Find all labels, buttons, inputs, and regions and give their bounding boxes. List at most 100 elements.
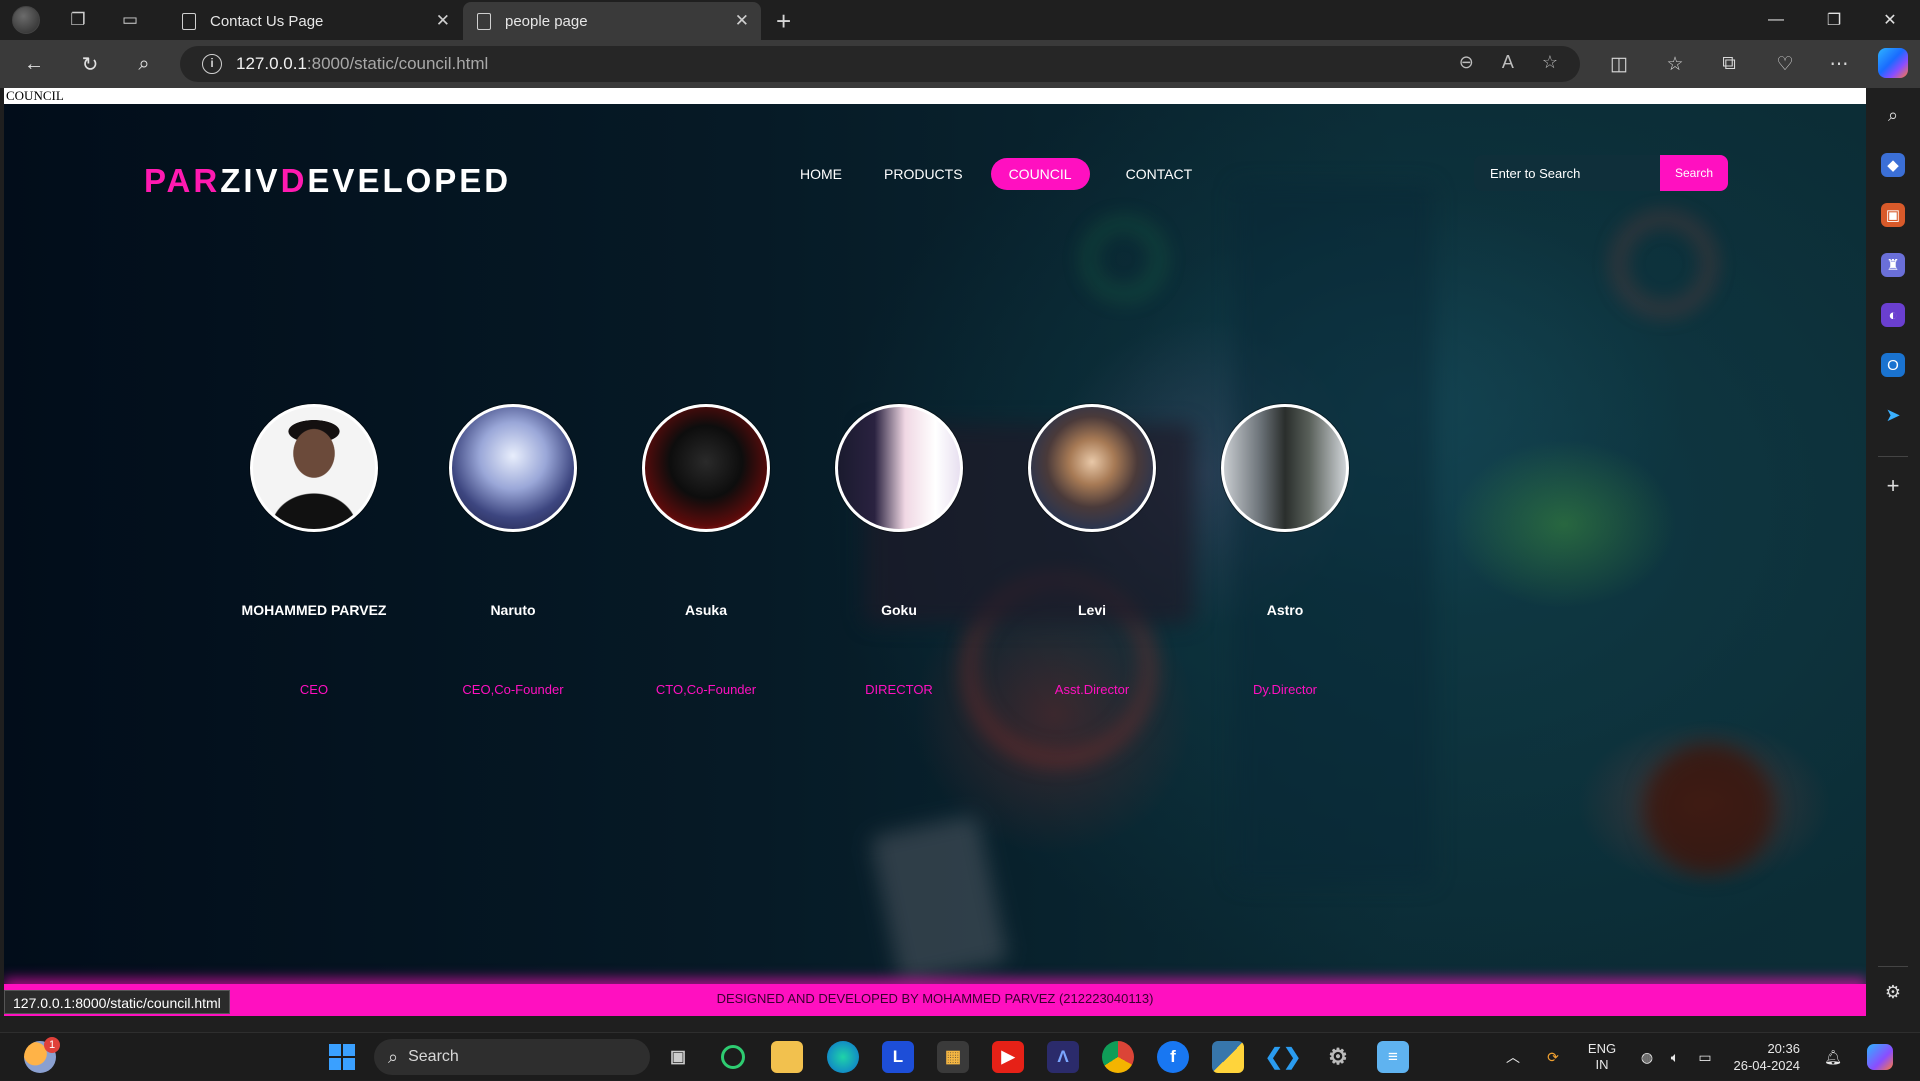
network-icon[interactable]: ◍ xyxy=(1636,1033,1658,1081)
address-bar[interactable]: i 127.0.0.1:8000/static/council.html ⊖ A… xyxy=(180,46,1580,82)
tools-icon[interactable]: ▣ xyxy=(1881,203,1905,227)
language-indicator[interactable]: ENG IN xyxy=(1580,1033,1624,1081)
zoom-icon[interactable]: ⊖ xyxy=(1459,52,1474,73)
sync-icon[interactable]: ⟳ xyxy=(1540,1033,1566,1081)
member-role: CTO,Co-Founder xyxy=(655,682,757,697)
member-card: Levi Asst.Director xyxy=(1002,404,1182,697)
search-input[interactable] xyxy=(1474,155,1660,191)
tab-label: Contact Us Page xyxy=(210,12,324,30)
send-icon[interactable]: ➤ xyxy=(1881,403,1905,427)
more-menu-icon[interactable]: ⋯ xyxy=(1816,40,1862,88)
minimize-button[interactable]: — xyxy=(1748,0,1804,40)
taskbar-search[interactable]: ⌕ Search xyxy=(374,1039,650,1075)
avatar xyxy=(449,404,577,532)
sidebar-divider xyxy=(1878,456,1908,457)
main-nav: HOME PRODUCTS COUNCIL CONTACT xyxy=(782,158,1210,190)
member-card: Asuka CTO,Co-Founder xyxy=(616,404,796,697)
edge-browser-icon[interactable] xyxy=(827,1041,859,1073)
battery-icon[interactable]: ▭ xyxy=(1694,1033,1716,1081)
store-icon[interactable]: ▦ xyxy=(937,1041,969,1073)
file-explorer-icon[interactable] xyxy=(771,1041,803,1073)
page-viewport: COUNCIL PARZIVDEVELOPED HOME PRODUCTS CO… xyxy=(4,88,1866,1016)
workspaces-icon[interactable]: ❐ xyxy=(58,0,98,40)
background-decoration xyxy=(1084,219,1164,299)
health-icon[interactable]: ♡ xyxy=(1762,40,1808,88)
site-info-icon[interactable]: i xyxy=(202,54,222,74)
new-tab-button[interactable]: + xyxy=(776,6,791,37)
games-icon[interactable]: ♜ xyxy=(1881,253,1905,277)
background-decoration xyxy=(1644,744,1774,874)
shopping-tag-icon[interactable]: ◆ xyxy=(1881,153,1905,177)
a-app-icon[interactable]: Λ xyxy=(1047,1041,1079,1073)
split-screen-icon[interactable]: ◫ xyxy=(1596,40,1642,88)
close-tab-icon[interactable]: ✕ xyxy=(735,11,749,31)
volume-icon[interactable]: 🔈︎ xyxy=(1664,1033,1686,1081)
settings-gear-icon[interactable]: ⚙ xyxy=(1881,980,1905,1004)
add-icon[interactable]: + xyxy=(1881,473,1905,498)
close-window-button[interactable]: ✕ xyxy=(1862,0,1918,40)
member-card: Naruto CEO,Co-Founder xyxy=(423,404,603,697)
browser-titlebar: ❐ ▭ Contact Us Page ✕ people page ✕ + — … xyxy=(0,0,1920,40)
notification-bell-icon[interactable]: 🔔︎ xyxy=(1820,1033,1846,1081)
nav-contact[interactable]: CONTACT xyxy=(1108,158,1211,190)
office-icon[interactable]: ◐ xyxy=(1881,303,1905,327)
member-card: Goku DIRECTOR xyxy=(809,404,989,697)
youtube-icon[interactable]: ▶ xyxy=(992,1041,1024,1073)
avatar xyxy=(1221,404,1349,532)
favorite-star-icon[interactable]: ☆ xyxy=(1542,52,1558,73)
search-icon: ⌕ xyxy=(388,1046,399,1067)
search-icon[interactable]: ⌕ xyxy=(1881,103,1905,127)
search-icon[interactable]: ⌕ xyxy=(124,40,164,88)
nav-products[interactable]: PRODUCTS xyxy=(866,158,981,190)
restore-button[interactable]: ❐ xyxy=(1806,0,1862,40)
nav-council[interactable]: COUNCIL xyxy=(990,158,1090,190)
profile-avatar[interactable] xyxy=(12,6,40,34)
python-icon[interactable] xyxy=(1212,1041,1244,1073)
vscode-icon[interactable]: ❮❯ xyxy=(1265,1041,1302,1073)
tab-people-page[interactable]: people page ✕ xyxy=(463,2,761,40)
member-card: MOHAMMED PARVEZ CEO xyxy=(224,404,404,697)
site-logo[interactable]: PARZIVDEVELOPED xyxy=(144,162,511,200)
language-label: ENG xyxy=(1587,1041,1617,1056)
member-role: Asst.Director xyxy=(1054,682,1130,697)
notepad-icon[interactable]: ≡ xyxy=(1377,1041,1409,1073)
vertical-tabs-icon[interactable]: ▭ xyxy=(110,0,150,40)
avatar xyxy=(1028,404,1156,532)
member-role: CEO xyxy=(299,682,329,697)
close-tab-icon[interactable]: ✕ xyxy=(436,11,450,31)
chrome-icon[interactable] xyxy=(1102,1041,1134,1073)
copilot-icon[interactable] xyxy=(1878,48,1908,78)
tab-contact-us[interactable]: Contact Us Page ✕ xyxy=(168,2,462,40)
start-windows-icon[interactable] xyxy=(326,1041,358,1073)
nav-home[interactable]: HOME xyxy=(782,158,860,190)
outlook-icon[interactable]: O xyxy=(1881,353,1905,377)
l-app-icon[interactable]: L xyxy=(882,1041,914,1073)
hero-section: PARZIVDEVELOPED HOME PRODUCTS COUNCIL CO… xyxy=(4,104,1866,1004)
settings-gear-icon[interactable]: ⚙ xyxy=(1322,1041,1354,1073)
facebook-icon[interactable]: f xyxy=(1157,1041,1189,1073)
member-name: Naruto xyxy=(490,602,536,618)
refresh-icon[interactable]: ↻ xyxy=(70,40,110,88)
member-name: MOHAMMED PARVEZ xyxy=(241,602,387,618)
member-name: Astro xyxy=(1266,602,1304,618)
task-view-icon[interactable]: ▣ xyxy=(662,1041,694,1073)
search-form: Search xyxy=(1474,155,1728,191)
show-hidden-icons-icon[interactable]: ︿ xyxy=(1500,1033,1526,1081)
browser-sidebar: ⌕ ◆ ▣ ♜ ◐ O ➤ + ⚙ xyxy=(1866,88,1920,1016)
member-name: Asuka xyxy=(684,602,728,618)
green-ring-app-icon[interactable] xyxy=(717,1041,749,1073)
read-aloud-icon[interactable]: A xyxy=(1502,52,1514,73)
member-role: CEO,Co-Founder xyxy=(462,682,564,697)
member-card: Astro Dy.Director xyxy=(1195,404,1375,697)
favorites-icon[interactable]: ☆ xyxy=(1652,40,1698,88)
copilot-taskbar-icon[interactable] xyxy=(1864,1033,1896,1081)
back-icon[interactable]: ← xyxy=(14,40,54,88)
collections-icon[interactable]: ⧉ xyxy=(1706,40,1752,88)
search-button[interactable]: Search xyxy=(1660,155,1728,191)
background-decoration xyxy=(869,814,1009,984)
avatar xyxy=(642,404,770,532)
member-role: DIRECTOR xyxy=(865,682,933,697)
clock-time: 20:36 xyxy=(1767,1041,1800,1056)
weather-badge: 1 xyxy=(44,1037,60,1053)
clock[interactable]: 20:36 26-04-2024 xyxy=(1730,1033,1801,1081)
